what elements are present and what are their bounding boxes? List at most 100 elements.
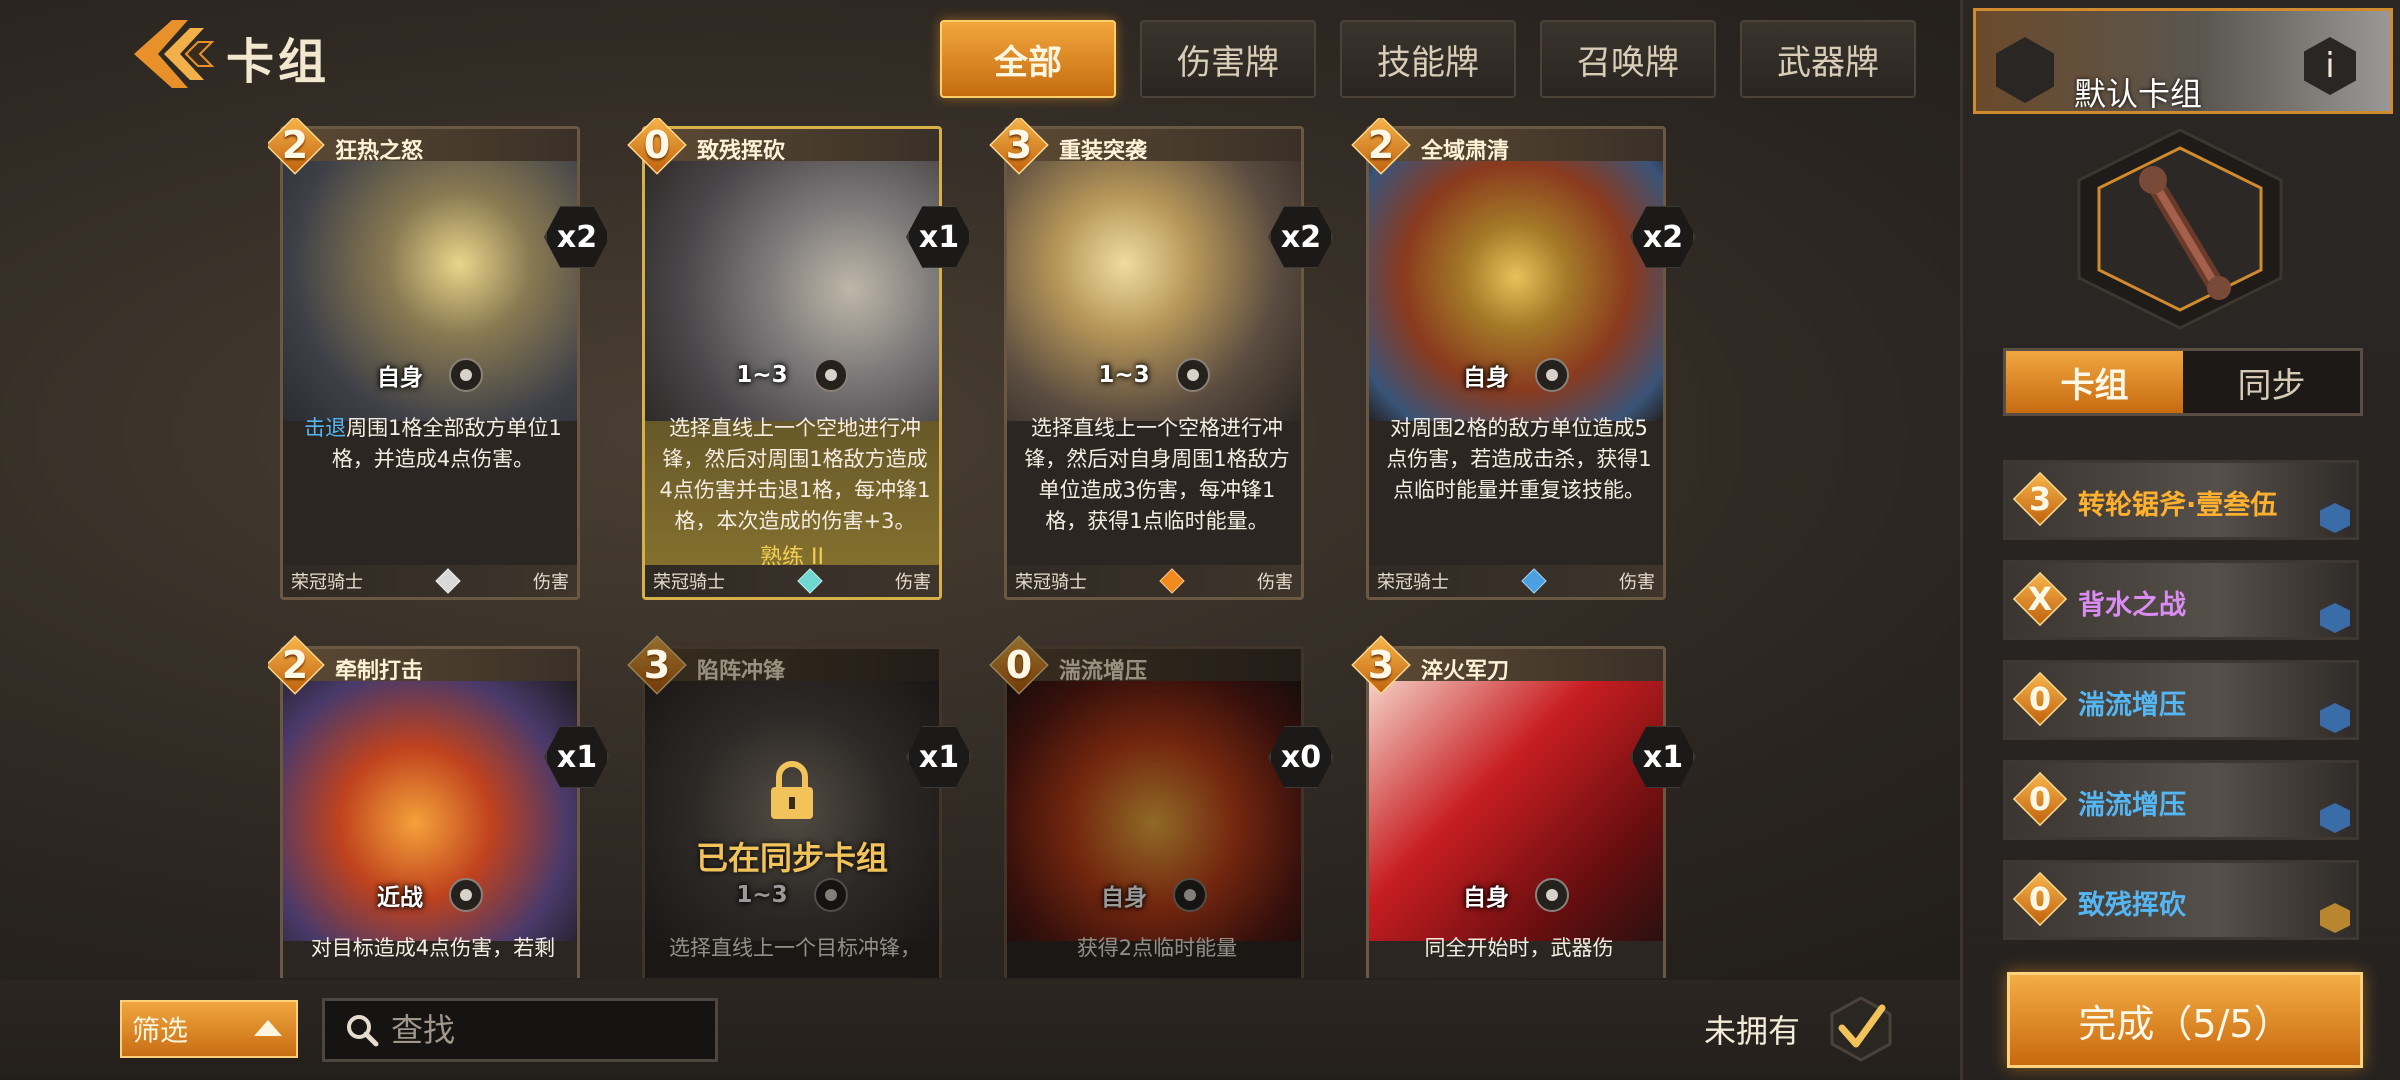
card-frame: 淬火军刀 自身 同全开始时，武器伤 [1366, 646, 1666, 978]
card-range-row: 自身 [283, 351, 577, 399]
card-range-row: 自身 [1007, 871, 1301, 919]
header: 卡组 全部 伤害牌 技能牌 召唤牌 武器牌 [0, 0, 1960, 100]
deck-item-name: 背水之战 [2078, 590, 2186, 621]
card-type: 伤害 [1257, 572, 1293, 593]
card-type-icon [2320, 703, 2350, 733]
info-button[interactable]: i [2304, 37, 2356, 95]
card-cost: 0 [1005, 643, 1033, 687]
card-range-row: 自身 [1369, 871, 1663, 919]
card-type: 伤害 [895, 572, 931, 593]
card-frame: 重装突袭 1~3 选择直线上一个空格进行冲锋，然后对自身周围1格敌方单位造成3伤… [1004, 126, 1304, 600]
card-name: 重装突袭 [1059, 139, 1148, 164]
card-faction: 荣冠骑士 [653, 572, 725, 593]
card-range-row: 1~3 [645, 351, 939, 399]
card-desc-text: 周围1格全部敌方单位1格，并造成4点伤害。 [331, 416, 562, 471]
card-name: 陷阵冲锋 [697, 659, 786, 684]
card-faction: 荣冠骑士 [1377, 572, 1449, 593]
card-frame: 湍流增压 自身 获得2点临时能量 [1004, 646, 1304, 978]
card-grid: 狂热之怒 自身 击退周围1格全部敌方单位1格，并造成4点伤害。 荣冠骑士 伤害 … [268, 118, 1698, 978]
card-type: 伤害 [1619, 572, 1655, 593]
card-type-icon [2320, 603, 2350, 633]
deck-list-item[interactable]: 0 致残挥砍 [2003, 860, 2359, 940]
card-cost: 3 [1367, 643, 1395, 687]
card-cost: 2 [1367, 123, 1395, 167]
card-type: 伤害 [533, 572, 569, 593]
card-item-locked[interactable]: 陷阵冲锋 1~3 选择直线上一个目标冲锋， 已在同步卡组 3 x1 [627, 635, 972, 978]
tab-weapon[interactable]: 武器牌 [1740, 20, 1916, 98]
card-type-icon [2320, 803, 2350, 833]
card-frame: 致残挥砍 1~3 选择直线上一个空地进行冲锋，然后对周围1格敌方造成4点伤害并击… [642, 126, 942, 600]
deck-header[interactable]: 默认卡组 i [1973, 8, 2393, 114]
filter-button[interactable]: 筛选 [120, 1000, 298, 1058]
deck-sub-tabs: 卡组 同步 [2003, 348, 2363, 416]
card-frame: 狂热之怒 自身 击退周围1格全部敌方单位1格，并造成4点伤害。 荣冠骑士 伤害 [280, 126, 580, 600]
card-item[interactable]: 湍流增压 自身 获得2点临时能量 0 x0 [989, 635, 1334, 978]
card-name: 淬火军刀 [1421, 659, 1510, 684]
deck-list-item[interactable]: 0 湍流增压 [2003, 660, 2359, 740]
card-faction: 荣冠骑士 [1015, 572, 1087, 593]
filter-label: 筛选 [132, 1014, 189, 1047]
card-description: 同全开始时，武器伤 [1424, 936, 1614, 960]
deck-item-cost: 0 [2028, 880, 2052, 918]
unowned-checkbox[interactable] [1826, 994, 1896, 1064]
deck-list-item[interactable]: X 背水之战 [2003, 560, 2359, 640]
keyword-text: 击退 [304, 416, 347, 440]
tab-all[interactable]: 全部 [940, 20, 1116, 98]
card-item[interactable]: 淬火军刀 自身 同全开始时，武器伤 3 x1 [1351, 635, 1696, 978]
lock-overlay: 已在同步卡组 [642, 700, 942, 940]
deck-list-item[interactable]: 0 湍流增压 [2003, 760, 2359, 840]
hex-target-icon [1535, 878, 1569, 912]
deck-item-name: 转轮锯斧·壹叁伍 [2078, 490, 2278, 521]
hex-target-icon [1175, 358, 1210, 392]
unowned-label: 未拥有 [1704, 1012, 1801, 1050]
card-item[interactable]: 牵制打击 近战 对目标造成4点伤害，若剩 2 x1 [268, 635, 610, 978]
card-description: 对周围2格的敌方单位造成5点伤害，若造成击杀，获得1点临时能量并重复该技能。 [1386, 416, 1652, 502]
card-range: 1~3 [1098, 362, 1150, 388]
tab-summon[interactable]: 召唤牌 [1540, 20, 1716, 98]
deck-list-item[interactable]: 3 转轮锯斧·壹叁伍 [2003, 460, 2359, 540]
back-arrow-icon[interactable] [128, 16, 218, 92]
sub-tab-sync[interactable]: 同步 [2183, 351, 2360, 413]
tab-damage[interactable]: 伤害牌 [1140, 20, 1316, 98]
rarity-gem-icon [435, 568, 461, 594]
search-input[interactable] [391, 1011, 711, 1049]
card-item[interactable]: 重装突袭 1~3 选择直线上一个空格进行冲锋，然后对自身周围1格敌方单位造成3伤… [989, 118, 1334, 600]
card-description: 获得2点临时能量 [1076, 936, 1238, 960]
card-name-bar [1369, 129, 1663, 161]
search-icon [347, 1015, 379, 1047]
card-item[interactable]: 致残挥砍 1~3 选择直线上一个空地进行冲锋，然后对周围1格敌方造成4点伤害并击… [627, 118, 972, 600]
card-name-bar [1007, 649, 1301, 681]
card-range: 自身 [377, 365, 423, 391]
hex-target-icon [1173, 878, 1207, 912]
locked-status-text: 已在同步卡组 [695, 839, 888, 877]
hex-target-icon [1535, 358, 1569, 392]
card-type-icon [2320, 503, 2350, 533]
card-description: 选择直线上一个空格进行冲锋，然后对自身周围1格敌方单位造成3伤害，每冲锋1格，获… [1024, 416, 1290, 533]
sub-tab-deck[interactable]: 卡组 [2006, 351, 2183, 413]
rarity-gem-icon [797, 568, 823, 594]
card-frame: 牵制打击 近战 对目标造成4点伤害，若剩 [280, 646, 580, 978]
card-name: 全域肃清 [1421, 139, 1510, 164]
card-item[interactable]: 狂热之怒 自身 击退周围1格全部敌方单位1格，并造成4点伤害。 荣冠骑士 伤害 … [268, 118, 610, 600]
checkmark-icon [1830, 996, 1892, 1062]
tab-skill[interactable]: 技能牌 [1340, 20, 1516, 98]
card-cost: 3 [643, 643, 671, 687]
card-footer: 荣冠骑士 伤害 [1369, 565, 1663, 597]
done-button[interactable]: 完成（5/5） [2007, 972, 2363, 1068]
card-name: 牵制打击 [335, 659, 424, 684]
deck-item-cost: 3 [2028, 480, 2052, 518]
card-cost: 0 [643, 123, 671, 167]
card-cost: 3 [1005, 123, 1033, 167]
card-range-row: 1~3 [1007, 351, 1301, 399]
card-frame: 全域肃清 自身 对周围2格的敌方单位造成5点伤害，若造成击杀，获得1点临时能量并… [1366, 126, 1666, 600]
card-footer: 荣冠骑士 伤害 [283, 565, 577, 597]
hex-target-icon [449, 358, 483, 392]
deck-name: 默认卡组 [2074, 75, 2203, 113]
equipment-slot[interactable] [2055, 124, 2305, 334]
card-description: 击退周围1格全部敌方单位1格，并造成4点伤害。 [297, 413, 569, 563]
card-type-tabs: 全部 伤害牌 技能牌 召唤牌 武器牌 [940, 20, 1916, 98]
card-name: 狂热之怒 [335, 139, 424, 164]
card-name-bar [1007, 129, 1301, 161]
card-range: 自身 [1101, 885, 1147, 911]
card-item[interactable]: 全域肃清 自身 对周围2格的敌方单位造成5点伤害，若造成击杀，获得1点临时能量并… [1351, 118, 1696, 600]
